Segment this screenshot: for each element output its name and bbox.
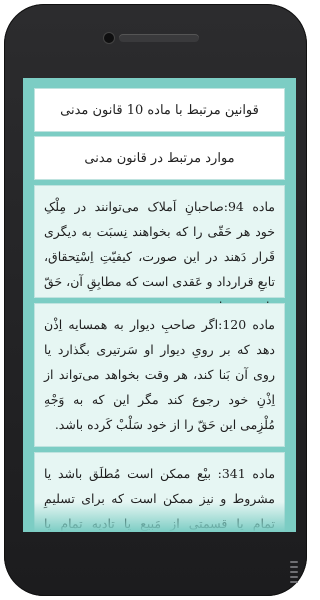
front-camera	[103, 32, 115, 44]
app-screen: قوانین مرتبط با ماده 10 قانون مدنی موارد…	[23, 78, 296, 532]
article-card[interactable]: ماده 120:اگر صاحبِ دیوار به همسایه اِذْن…	[34, 303, 285, 447]
subtitle-card: موارد مرتبط در قانون مدنی	[34, 136, 285, 180]
scroll-fade	[23, 502, 296, 532]
article-text: ماده 94:صاحبانِ اَملاک می‌توانند در مِلْ…	[44, 199, 275, 314]
menu-grip-icon	[286, 552, 302, 592]
page-title: قوانین مرتبط با ماده 10 قانون مدنی	[60, 102, 259, 118]
article-card[interactable]: ماده 94:صاحبانِ اَملاک می‌توانند در مِلْ…	[34, 185, 285, 314]
title-card: قوانین مرتبط با ماده 10 قانون مدنی	[34, 88, 285, 132]
speaker-grille	[119, 34, 199, 42]
section-subtitle: موارد مرتبط در قانون مدنی	[84, 150, 235, 166]
article-text: ماده 120:اگر صاحبِ دیوار به همسایه اِذْن…	[44, 317, 276, 432]
phone-frame: قوانین مرتبط با ماده 10 قانون مدنی موارد…	[4, 4, 307, 596]
